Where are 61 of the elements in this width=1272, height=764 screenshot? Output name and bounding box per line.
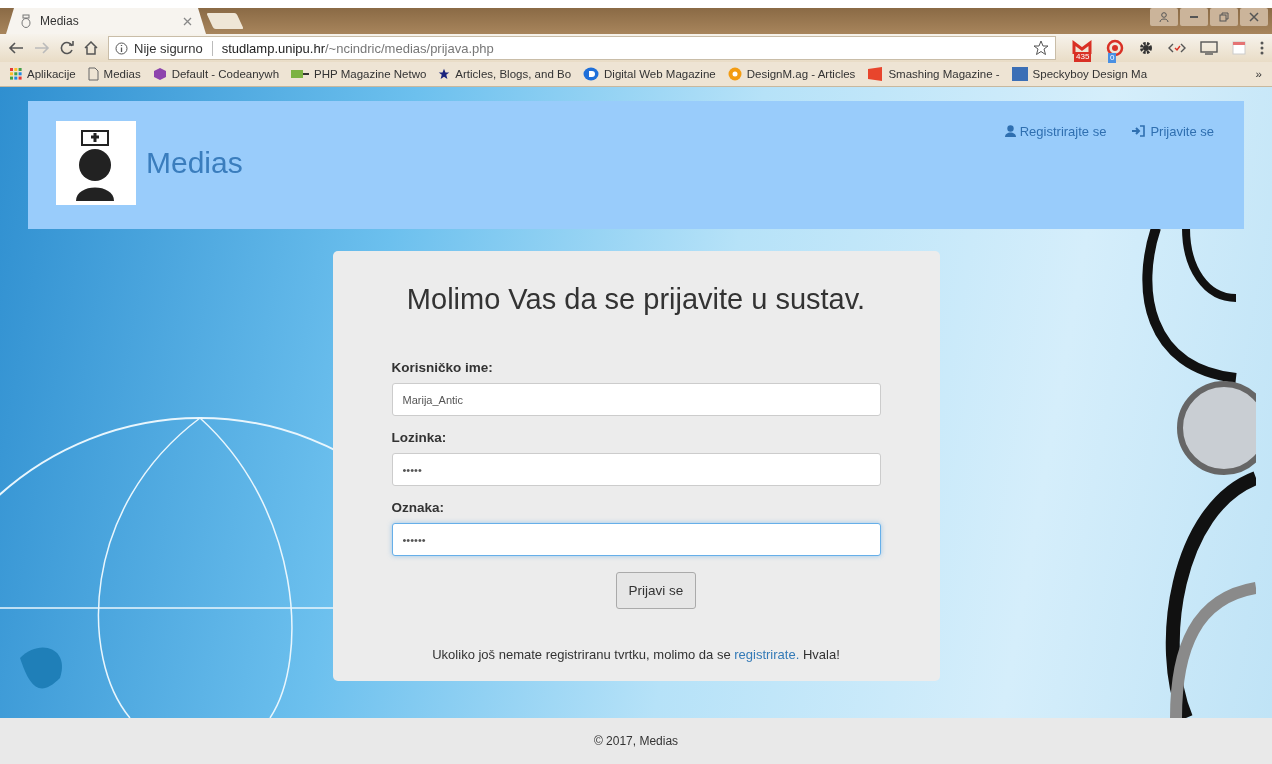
count-badge: 0	[1108, 53, 1117, 63]
back-arrow-icon[interactable]	[8, 41, 24, 55]
restore-icon	[1219, 12, 1229, 22]
url-text: studlamp.unipu.hr/~ncindric/medias/prijava.php	[221, 40, 495, 56]
reload-icon[interactable]	[60, 41, 74, 55]
bookmark-item[interactable]: Smashing Magazine -	[867, 66, 1000, 82]
user-icon	[1004, 125, 1016, 137]
bookmark-item[interactable]: Speckyboy Design Ma	[1011, 67, 1148, 81]
page-icon	[87, 67, 99, 81]
bookmark-item[interactable]: Digital Web Magazine	[583, 67, 716, 81]
tab-title: Medias	[40, 14, 80, 28]
close-icon[interactable]	[183, 16, 192, 26]
bookmark-item[interactable]: Aplikacije	[10, 68, 76, 80]
star-icon	[438, 68, 451, 80]
bookmark-item[interactable]: Default - Codeanywh	[152, 67, 280, 81]
more-bookmarks-button[interactable]: »	[1255, 68, 1262, 80]
address-bar[interactable]: Nije sigurno studlamp.unipu.hr/~ncindric/medias/prijava.php	[108, 36, 1056, 60]
home-icon[interactable]	[84, 41, 98, 55]
close-icon	[1249, 12, 1259, 22]
login-heading: Molimo Vas da se prijavite u sustav.	[405, 283, 867, 316]
minimize-icon	[1189, 16, 1199, 18]
menu-icon[interactable]	[1260, 41, 1264, 55]
restore-button[interactable]	[1210, 8, 1238, 26]
profile-button[interactable]	[1150, 8, 1178, 26]
target-extension-icon[interactable]	[1106, 39, 1124, 57]
person-icon	[1159, 12, 1169, 22]
close-window-button[interactable]	[1240, 8, 1268, 26]
cube-icon	[152, 67, 167, 81]
nurse-favicon-icon	[20, 14, 32, 28]
login-arrow-icon	[1132, 125, 1147, 137]
copyright-text: © 2017, Medias	[593, 734, 679, 748]
bookmark-item[interactable]: Articles, Blogs, and Bo	[438, 68, 572, 80]
count-badge: 435	[1074, 52, 1092, 62]
gear-icon[interactable]	[1138, 40, 1154, 56]
bookmark-item[interactable]: PHP Magazine Netwo	[291, 68, 427, 80]
mail-extension-icon[interactable]	[1072, 40, 1092, 56]
site-title: Medias	[146, 146, 243, 180]
input-field[interactable]: ••••••	[391, 523, 881, 556]
calendar-icon[interactable]	[1232, 41, 1246, 55]
input-field[interactable]: Marija_Antic	[391, 383, 881, 416]
input-field[interactable]: •••••	[391, 453, 881, 486]
minimize-button[interactable]	[1180, 8, 1208, 26]
info-icon	[115, 41, 128, 55]
php-logo-icon	[291, 69, 310, 79]
login-button[interactable]: Prijavi se	[615, 572, 697, 609]
register-note: Ukoliko još nemate registriranu tvrtku, molimo da se registrirate. Hvala!	[431, 647, 841, 662]
field-label: Lozinka:	[391, 430, 448, 445]
screen-icon[interactable]	[1200, 41, 1218, 55]
security-label: Nije sigurno	[134, 40, 203, 56]
bookmark-item[interactable]: Medias	[87, 67, 141, 81]
field-label: Korisničko ime:	[391, 360, 494, 375]
register-link[interactable]: registrirate.	[734, 647, 800, 662]
bookmark-star-icon[interactable]	[1033, 40, 1049, 56]
grid-icon	[10, 68, 22, 80]
bookmark-item[interactable]: DesignM.ag - Articles	[727, 67, 856, 81]
new-tab-button[interactable]	[206, 13, 244, 29]
d-logo-icon	[583, 67, 600, 81]
code-icon[interactable]	[1168, 42, 1186, 54]
field-label: Oznaka:	[391, 500, 446, 515]
browser-tab[interactable]: Medias	[6, 8, 206, 34]
nurse-logo-icon	[56, 121, 136, 205]
